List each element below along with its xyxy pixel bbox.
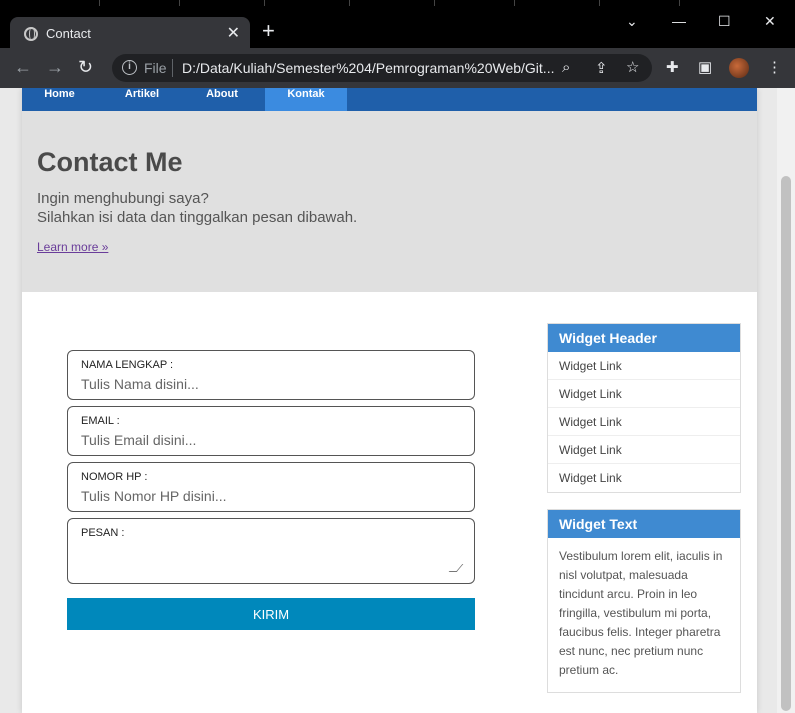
nav-item-about[interactable]: About: [187, 88, 257, 111]
zoom-icon[interactable]: ⌕: [562, 59, 570, 76]
tab-title: Contact: [46, 26, 91, 41]
widget-link[interactable]: Widget Link: [548, 436, 740, 464]
widget-link[interactable]: Widget Link: [548, 380, 740, 408]
widget-header-box: Widget Header Widget Link Widget Link Wi…: [547, 323, 741, 493]
hp-label: NOMOR HP :: [81, 471, 148, 483]
site-info-icon[interactable]: i: [122, 60, 137, 75]
widget-text-title: Widget Text: [548, 510, 740, 538]
background-tab[interactable]: [455, 0, 515, 6]
close-tab-icon[interactable]: ✕: [227, 23, 240, 43]
reload-icon[interactable]: ↻: [78, 57, 93, 78]
profile-avatar[interactable]: [729, 58, 749, 78]
main-nav: Home Artikel About Kontak: [22, 88, 757, 111]
background-tab[interactable]: [540, 0, 600, 6]
tab-strip: Contact ✕ + ⌄ — ☐ ✕: [0, 8, 795, 56]
nav-item-home[interactable]: Home: [22, 88, 97, 111]
nama-input[interactable]: [81, 374, 461, 394]
hero-instruction-line: Silahkan isi data dan tinggalkan pesan d…: [37, 209, 358, 226]
background-tab[interactable]: [120, 0, 180, 6]
maximize-button[interactable]: ☐: [718, 13, 731, 30]
pesan-textarea[interactable]: [81, 542, 461, 572]
hero-section: Contact Me Ingin menghubungi saya? Silah…: [22, 111, 757, 292]
page-title: Contact Me: [37, 147, 183, 177]
page-scrollbar[interactable]: [777, 88, 795, 713]
share-icon[interactable]: ⇪: [595, 59, 608, 77]
pesan-field: PESAN :: [67, 518, 475, 584]
widget-text-body: Vestibulum lorem elit, iaculis in nisl v…: [559, 549, 723, 677]
new-tab-button[interactable]: +: [262, 20, 275, 42]
window-top-strip: [0, 0, 795, 8]
address-divider: [172, 59, 173, 77]
email-input[interactable]: [81, 430, 461, 450]
address-url[interactable]: D:/Data/Kuliah/Semester%204/Pemrograman%…: [182, 60, 554, 76]
address-bar[interactable]: i File D:/Data/Kuliah/Semester%204/Pemro…: [112, 54, 652, 82]
scrollbar-thumb[interactable]: [781, 176, 791, 711]
background-tab[interactable]: [205, 0, 265, 6]
background-tab[interactable]: [375, 0, 435, 6]
background-tab[interactable]: [620, 0, 680, 6]
hero-intro-line: Ingin menghubungi saya?: [37, 190, 209, 207]
address-scheme-label: File: [144, 60, 167, 76]
email-label: EMAIL :: [81, 415, 120, 427]
pesan-label: PESAN :: [81, 527, 125, 539]
extensions-puzzle-icon[interactable]: ✚: [666, 58, 679, 76]
forward-arrow-icon[interactable]: →: [46, 57, 64, 78]
minimize-button[interactable]: —: [672, 13, 686, 29]
nama-field: NAMA LENGKAP :: [67, 350, 475, 400]
nama-label: NAMA LENGKAP :: [81, 359, 174, 371]
side-panel-icon[interactable]: ▣: [698, 58, 712, 76]
widget-link[interactable]: Widget Link: [548, 464, 740, 492]
menu-kebab-icon[interactable]: ⋮: [767, 58, 782, 76]
page-container: Home Artikel About Kontak Contact Me Ing…: [22, 88, 757, 713]
tab-search-chevron-icon[interactable]: ⌄: [626, 13, 638, 30]
widget-header-title: Widget Header: [548, 324, 740, 352]
bookmark-star-icon[interactable]: ☆: [626, 58, 639, 76]
globe-icon: [24, 27, 38, 41]
learn-more-link[interactable]: Learn more »: [37, 240, 108, 254]
widget-text-box: Widget Text Vestibulum lorem elit, iacul…: [547, 509, 741, 693]
kirim-button[interactable]: KIRIM: [67, 598, 475, 630]
hp-input[interactable]: [81, 486, 461, 506]
background-tab[interactable]: [290, 0, 350, 6]
widget-link[interactable]: Widget Link: [548, 408, 740, 436]
browser-toolbar: ← → ↻ i File D:/Data/Kuliah/Semester%204…: [0, 48, 795, 88]
background-tab[interactable]: [40, 0, 100, 6]
nav-item-kontak[interactable]: Kontak: [265, 88, 347, 111]
hp-field: NOMOR HP :: [67, 462, 475, 512]
back-arrow-icon[interactable]: ←: [14, 57, 32, 78]
page-viewport: Home Artikel About Kontak Contact Me Ing…: [0, 88, 795, 713]
nav-item-artikel[interactable]: Artikel: [107, 88, 177, 111]
widget-link[interactable]: Widget Link: [548, 352, 740, 380]
email-field: EMAIL :: [67, 406, 475, 456]
close-window-button[interactable]: ✕: [764, 13, 776, 30]
